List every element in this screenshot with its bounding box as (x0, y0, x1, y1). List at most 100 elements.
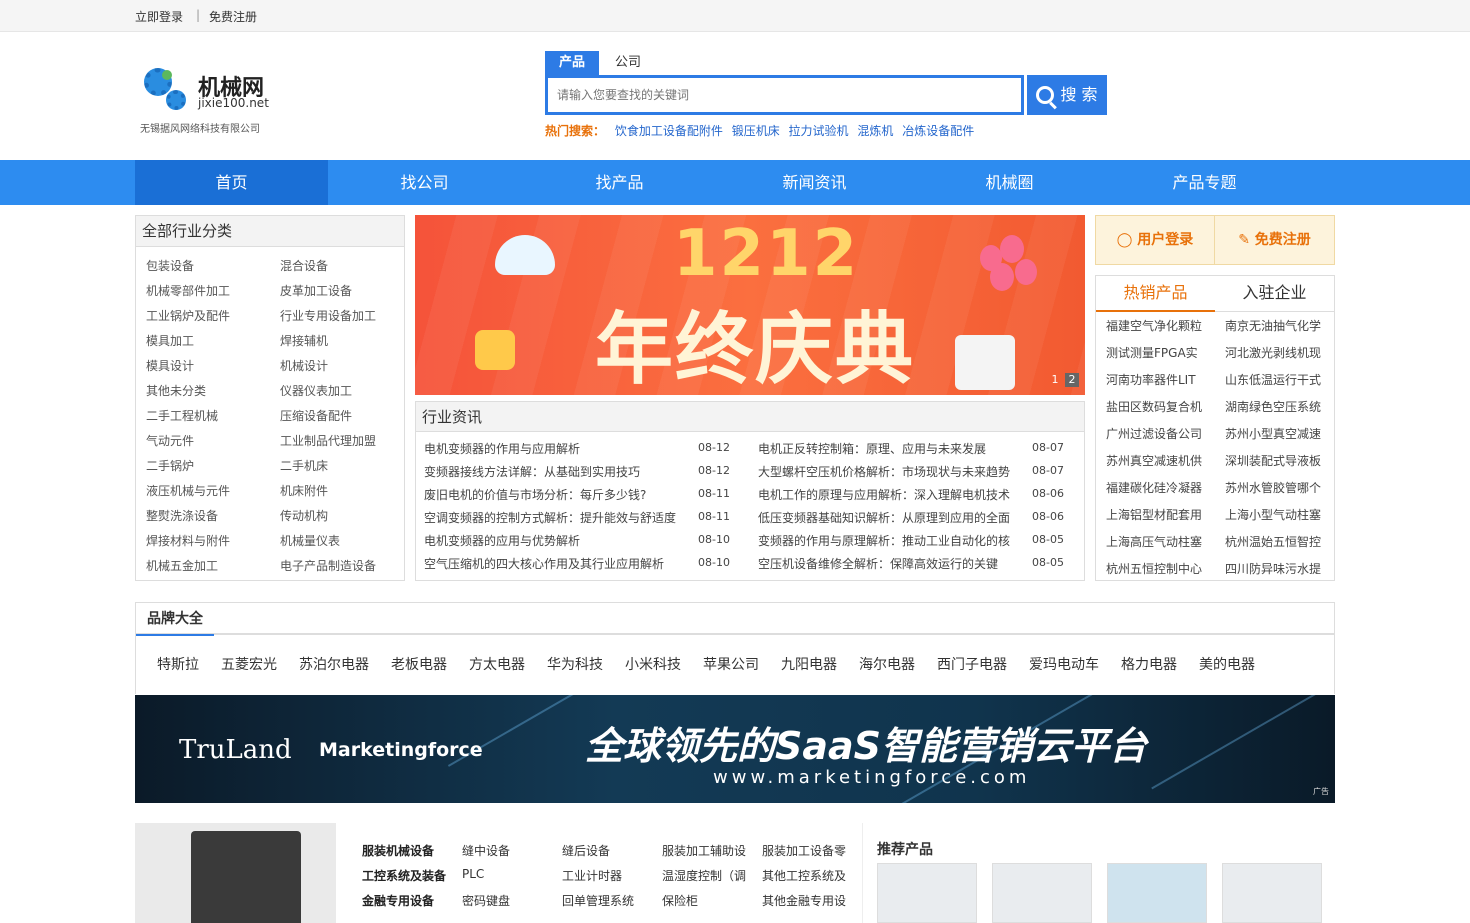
category-link[interactable]: 机械量仪表 (280, 532, 340, 549)
company-link[interactable]: 杭州温始五恒智控 (1225, 533, 1321, 550)
brand-link[interactable]: 爱玛电动车 (1029, 654, 1099, 674)
nav-home[interactable]: 首页 (135, 160, 328, 205)
company-link[interactable]: 深圳装配式导液板 (1225, 452, 1321, 469)
hot-product-link[interactable]: 测试测量FPGA实 (1106, 344, 1198, 361)
nav-find-company[interactable]: 找公司 (328, 160, 521, 205)
category-link[interactable]: 机械设计 (280, 357, 328, 374)
nav-news[interactable]: 新闻资讯 (718, 160, 911, 205)
hot-product-link[interactable]: 上海高压气动柱塞 (1106, 533, 1202, 550)
news-link[interactable]: 空气压缩机的四大核心作用及其行业应用解析 (424, 555, 664, 572)
brand-link[interactable]: 西门子电器 (937, 654, 1007, 674)
company-link[interactable]: 南京无油抽气化学 (1225, 317, 1321, 334)
category-group-title[interactable]: 金融专用设备 (362, 892, 434, 909)
category-link[interactable]: 工业锅炉及配件 (146, 307, 230, 324)
news-link[interactable]: 变频器接线方法详解：从基础到实用技巧 (424, 463, 640, 480)
category-link[interactable]: 整熨洗涤设备 (146, 507, 218, 524)
subcategory-link[interactable]: 服装加工设备零 (762, 842, 846, 859)
news-link[interactable]: 大型螺杆空压机价格解析：市场现状与未来趋势 (758, 463, 1010, 480)
search-tab-product[interactable]: 产品 (545, 51, 599, 75)
category-link[interactable]: 焊接辅机 (280, 332, 328, 349)
hot-keyword[interactable]: 饮食加工设备配附件 (615, 124, 723, 138)
company-link[interactable]: 湖南绿色空压系统 (1225, 398, 1321, 415)
category-link[interactable]: 传动机构 (280, 507, 328, 524)
news-link[interactable]: 废旧电机的价值与市场分析：每斤多少钱? (424, 486, 646, 503)
ad-banner[interactable]: TruLand Marketingforce 全球领先的SaaS智能营销云平台 … (135, 695, 1335, 803)
category-link[interactable]: 气动元件 (146, 432, 194, 449)
category-link[interactable]: 机械零部件加工 (146, 282, 230, 299)
promo-banner[interactable]: 1212 年终庆典 1 2 (415, 215, 1085, 395)
category-link[interactable]: 焊接材料与附件 (146, 532, 230, 549)
hot-product-link[interactable]: 河南功率器件LIT (1106, 371, 1196, 388)
company-link[interactable]: 上海小型气动柱塞 (1225, 506, 1321, 523)
news-link[interactable]: 低压变频器基础知识解析：从原理到应用的全面 (758, 509, 1010, 526)
category-link[interactable]: 二手机床 (280, 457, 328, 474)
nav-machinery-circle[interactable]: 机械圈 (913, 160, 1106, 205)
category-link[interactable]: 混合设备 (280, 257, 328, 274)
subcategory-link[interactable]: 其他金融专用设 (762, 892, 846, 909)
category-link[interactable]: 二手锅炉 (146, 457, 194, 474)
brand-link[interactable]: 特斯拉 (157, 654, 199, 674)
site-logo[interactable]: 机械网 jixie100.net 无锡据风网络科技有限公司 (140, 62, 290, 136)
tab-hot-products[interactable]: 热销产品 (1096, 276, 1215, 312)
subcategory-link[interactable]: 缝中设备 (462, 842, 510, 859)
news-link[interactable]: 电机变频器的作用与应用解析 (424, 440, 580, 457)
category-group-title[interactable]: 服装机械设备 (362, 842, 434, 859)
brand-link[interactable]: 五菱宏光 (221, 654, 277, 674)
category-link[interactable]: 行业专用设备加工 (280, 307, 376, 324)
hot-product-link[interactable]: 广州过滤设备公司 (1106, 425, 1202, 442)
search-input[interactable] (545, 75, 1024, 115)
category-link[interactable]: 模具加工 (146, 332, 194, 349)
company-link[interactable]: 苏州水管胶管哪个 (1225, 479, 1321, 496)
brand-link[interactable]: 苏泊尔电器 (299, 654, 369, 674)
hot-product-link[interactable]: 苏州真空减速机供 (1106, 452, 1202, 469)
recommend-product-image[interactable] (877, 863, 977, 923)
brand-link[interactable]: 老板电器 (391, 654, 447, 674)
category-link[interactable]: 电子产品制造设备 (280, 557, 376, 574)
user-login-button[interactable]: ◯ 用户登录 (1096, 216, 1215, 264)
news-link[interactable]: 电机变频器的应用与优势解析 (424, 532, 580, 549)
company-link[interactable]: 河北激光剥线机现 (1225, 344, 1321, 361)
hot-keyword[interactable]: 拉力试验机 (789, 124, 849, 138)
subcategory-link[interactable]: 缝后设备 (562, 842, 610, 859)
search-tab-company[interactable]: 公司 (603, 51, 653, 75)
brand-link[interactable]: 九阳电器 (781, 654, 837, 674)
brand-link[interactable]: 小米科技 (625, 654, 681, 674)
news-link[interactable]: 空调变频器的控制方式解析：提升能效与舒适度 (424, 509, 676, 526)
news-link[interactable]: 变频器的作用与原理解析：推动工业自动化的核 (758, 532, 1010, 549)
brand-link[interactable]: 华为科技 (547, 654, 603, 674)
category-link[interactable]: 包装设备 (146, 257, 194, 274)
recommend-product-image[interactable] (1222, 863, 1322, 923)
register-link[interactable]: 免费注册 (209, 8, 257, 25)
subcategory-link[interactable]: PLC (462, 867, 484, 881)
category-link[interactable]: 机床附件 (280, 482, 328, 499)
recommend-product-image[interactable] (992, 863, 1092, 923)
news-link[interactable]: 电机工作的原理与应用解析：深入理解电机技术 (758, 486, 1010, 503)
brand-link[interactable]: 苹果公司 (703, 654, 759, 674)
hot-product-link[interactable]: 盐田区数码复合机 (1106, 398, 1202, 415)
hot-product-link[interactable]: 福建空气净化颗粒 (1106, 317, 1202, 334)
news-link[interactable]: 空压机设备维修全解析：保障高效运行的关键 (758, 555, 998, 572)
subcategory-link[interactable]: 密码键盘 (462, 892, 510, 909)
category-link[interactable]: 皮革加工设备 (280, 282, 352, 299)
category-link[interactable]: 模具设计 (146, 357, 194, 374)
company-link[interactable]: 山东低温运行干式 (1225, 371, 1321, 388)
nav-product-topics[interactable]: 产品专题 (1108, 160, 1301, 205)
category-link[interactable]: 其他未分类 (146, 382, 206, 399)
subcategory-link[interactable]: 温湿度控制（调 (662, 867, 746, 884)
company-link[interactable]: 苏州小型真空减速 (1225, 425, 1321, 442)
recommend-product-image[interactable] (1107, 863, 1207, 923)
banner-page-2[interactable]: 2 (1065, 373, 1079, 387)
news-link[interactable]: 电机正反转控制箱：原理、应用与未来发展 (758, 440, 986, 457)
hot-keyword[interactable]: 锻压机床 (732, 124, 780, 138)
category-link[interactable]: 二手工程机械 (146, 407, 218, 424)
category-link[interactable]: 仪器仪表加工 (280, 382, 352, 399)
hot-product-link[interactable]: 福建碳化硅冷凝器 (1106, 479, 1202, 496)
category-link[interactable]: 工业制品代理加盟 (280, 432, 376, 449)
search-button[interactable]: 搜 索 (1027, 75, 1107, 115)
subcategory-link[interactable]: 其他工控系统及 (762, 867, 846, 884)
hot-product-link[interactable]: 上海铝型材配套用 (1106, 506, 1202, 523)
subcategory-link[interactable]: 服装加工辅助设 (662, 842, 746, 859)
category-group-title[interactable]: 工控系统及装备 (362, 867, 446, 884)
category-link[interactable]: 压缩设备配件 (280, 407, 352, 424)
nav-find-product[interactable]: 找产品 (523, 160, 716, 205)
